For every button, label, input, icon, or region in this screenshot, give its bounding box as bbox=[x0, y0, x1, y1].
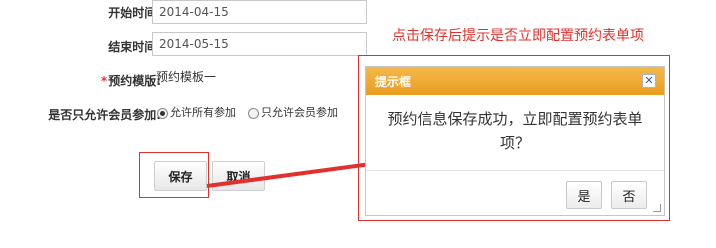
dialog-divider bbox=[366, 170, 664, 171]
resize-grip-icon[interactable] bbox=[653, 204, 661, 212]
dialog-header: 提示框 ✕ bbox=[366, 67, 664, 95]
dialog-title: 提示框 bbox=[375, 75, 412, 89]
dialog-message: 预约信息保存成功，立即配置预约表单项？ bbox=[387, 110, 643, 152]
yes-button[interactable]: 是 bbox=[566, 181, 602, 209]
close-icon[interactable]: ✕ bbox=[642, 74, 656, 88]
no-button[interactable]: 否 bbox=[611, 181, 647, 209]
confirm-dialog: 提示框 ✕ 预约信息保存成功，立即配置预约表单项？ 是 否 bbox=[365, 66, 665, 216]
